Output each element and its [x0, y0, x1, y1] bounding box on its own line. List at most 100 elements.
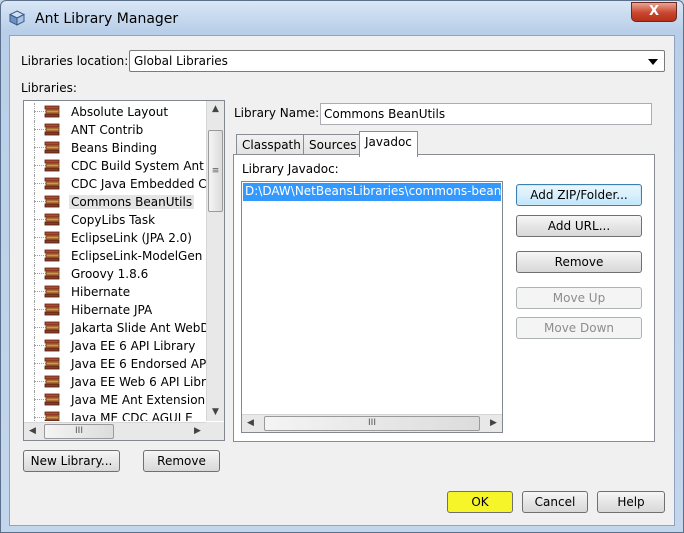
library-books-icon — [44, 285, 60, 299]
tree-connector — [34, 211, 35, 229]
tree-connector — [34, 319, 35, 337]
tree-item[interactable]: Java EE 6 Endorsed API — [24, 355, 206, 373]
library-books-icon — [44, 411, 60, 421]
library-books-icon — [44, 375, 60, 389]
tree-item-label: CDC Build System Ant U — [71, 159, 206, 173]
remove-library-button[interactable]: Remove — [143, 450, 220, 472]
tree-item-label: CopyLibs Task — [71, 213, 156, 227]
library-books-icon — [44, 339, 60, 353]
tree-item-label: EclipseLink-ModelGen (J — [71, 249, 206, 263]
tree-connector — [34, 373, 35, 391]
tree-connector — [34, 355, 35, 373]
tree-item[interactable]: Java EE Web 6 API Libra — [24, 373, 206, 391]
scroll-right-icon[interactable]: ▶ — [485, 415, 502, 432]
tree-connector — [34, 193, 35, 211]
tab-sources[interactable]: Sources — [303, 134, 363, 156]
add-zip-folder-button[interactable]: Add ZIP/Folder... — [516, 184, 642, 206]
library-books-icon — [44, 213, 60, 227]
close-button[interactable]: X — [631, 2, 677, 22]
tree-item[interactable]: Groovy 1.8.6 — [24, 265, 206, 283]
tree-item[interactable]: Hibernate — [24, 283, 206, 301]
tree-connector — [34, 229, 35, 247]
library-books-icon — [44, 177, 60, 191]
javadoc-horizontal-scrollbar[interactable]: ◀ III ▶ — [242, 414, 502, 432]
scrollbar-corner — [206, 422, 224, 440]
library-name-label: Library Name: — [234, 106, 320, 120]
tree-item-label: Groovy 1.8.6 — [71, 267, 149, 281]
tree-item[interactable]: Commons BeanUtils — [24, 193, 206, 211]
tree-item-label: ANT Contrib — [71, 123, 144, 137]
ok-button[interactable]: OK — [447, 491, 513, 513]
tree-connector — [34, 337, 35, 355]
library-books-icon — [44, 321, 60, 335]
library-books-icon — [44, 159, 60, 173]
tree-item-label: Java EE Web 6 API Libra — [71, 375, 206, 389]
library-books-icon — [44, 249, 60, 263]
tree-item-label: Absolute Layout — [71, 105, 169, 119]
library-books-icon — [44, 267, 60, 281]
libraries-horizontal-scrollbar[interactable]: ◀ III ▶ — [24, 422, 206, 440]
tree-item[interactable]: Java ME Ant Extension — [24, 391, 206, 409]
horizontal-scroll-thumb[interactable]: III — [264, 416, 480, 431]
scroll-left-icon[interactable]: ◀ — [242, 415, 259, 432]
tree-connector — [34, 121, 35, 139]
move-up-button[interactable]: Move Up — [516, 287, 642, 309]
scroll-down-icon[interactable]: ▼ — [207, 404, 224, 421]
libraries-location-value: Global Libraries — [134, 54, 228, 68]
new-library-button[interactable]: New Library... — [23, 450, 120, 472]
cancel-button[interactable]: Cancel — [522, 491, 588, 513]
libraries-label: Libraries: — [21, 81, 77, 95]
scroll-up-icon[interactable]: ▲ — [207, 101, 224, 118]
help-button[interactable]: Help — [597, 491, 665, 513]
chevron-down-icon[interactable] — [648, 59, 658, 65]
tree-connector — [34, 409, 35, 421]
libraries-location-label: Libraries location: — [21, 54, 129, 68]
tree-item[interactable]: Java ME CDC AGUI E — [24, 409, 206, 421]
javadoc-panel: Library Javadoc: D:\DAW\NetBeansLibrarie… — [233, 154, 655, 442]
move-down-button[interactable]: Move Down — [516, 317, 642, 339]
library-books-icon — [44, 105, 60, 119]
tree-item[interactable]: CopyLibs Task — [24, 211, 206, 229]
tree-connector — [34, 283, 35, 301]
add-url-button[interactable]: Add URL... — [516, 215, 642, 237]
tree-item-label: Java ME CDC AGUI E — [71, 411, 193, 421]
close-icon: X — [648, 4, 660, 19]
dialog-content: Libraries location: Global Libraries Lib… — [9, 35, 675, 526]
library-javadoc-label: Library Javadoc: — [242, 162, 339, 176]
window-title: Ant Library Manager — [35, 11, 179, 27]
library-name-value: Commons BeanUtils — [324, 107, 446, 121]
horizontal-scroll-thumb[interactable]: III — [44, 424, 114, 439]
tree-item-label: Java EE 6 API Library — [71, 339, 196, 353]
tree-item[interactable]: CDC Java Embedded Cli — [24, 175, 206, 193]
tree-item[interactable]: Hibernate JPA — [24, 301, 206, 319]
vertical-scroll-thumb[interactable]: ≡ — [208, 130, 223, 212]
tree-item[interactable]: Java EE 6 API Library — [24, 337, 206, 355]
library-name-field[interactable]: Commons BeanUtils — [320, 103, 652, 125]
tree-item[interactable]: ANT Contrib — [24, 121, 206, 139]
list-item[interactable]: D:\DAW\NetBeansLibraries\commons-beanut — [243, 183, 501, 201]
tree-item[interactable]: Jakarta Slide Ant WebD — [24, 319, 206, 337]
tab-javadoc[interactable]: Javadoc — [359, 131, 418, 157]
library-books-icon — [44, 303, 60, 317]
scroll-left-icon[interactable]: ◀ — [24, 423, 41, 440]
tree-item[interactable]: EclipseLink-ModelGen (J — [24, 247, 206, 265]
libraries-tree-panel: Absolute Layout ANT Contrib Beans Binding C… — [23, 100, 225, 441]
library-books-icon — [44, 123, 60, 137]
tab-classpath[interactable]: Classpath — [236, 134, 307, 156]
tree-item[interactable]: CDC Build System Ant U — [24, 157, 206, 175]
libraries-tree[interactable]: Absolute Layout ANT Contrib Beans Binding C… — [24, 101, 206, 421]
tree-item-label: CDC Java Embedded Cli — [71, 177, 206, 191]
javadoc-list[interactable]: D:\DAW\NetBeansLibraries\commons-beanut … — [241, 181, 503, 433]
libraries-vertical-scrollbar[interactable]: ▲ ≡ ▼ — [206, 101, 224, 421]
tree-item[interactable]: EclipseLink (JPA 2.0) — [24, 229, 206, 247]
tree-item[interactable]: Beans Binding — [24, 139, 206, 157]
title-bar[interactable]: Ant Library Manager X — [1, 1, 683, 35]
scroll-right-icon[interactable]: ▶ — [189, 423, 206, 440]
tree-connector — [34, 157, 35, 175]
library-books-icon — [44, 231, 60, 245]
libraries-location-select[interactable]: Global Libraries — [129, 50, 665, 72]
tree-item[interactable]: Absolute Layout — [24, 103, 206, 121]
remove-javadoc-button[interactable]: Remove — [516, 251, 642, 273]
library-books-icon — [44, 141, 60, 155]
library-books-icon — [44, 357, 60, 371]
